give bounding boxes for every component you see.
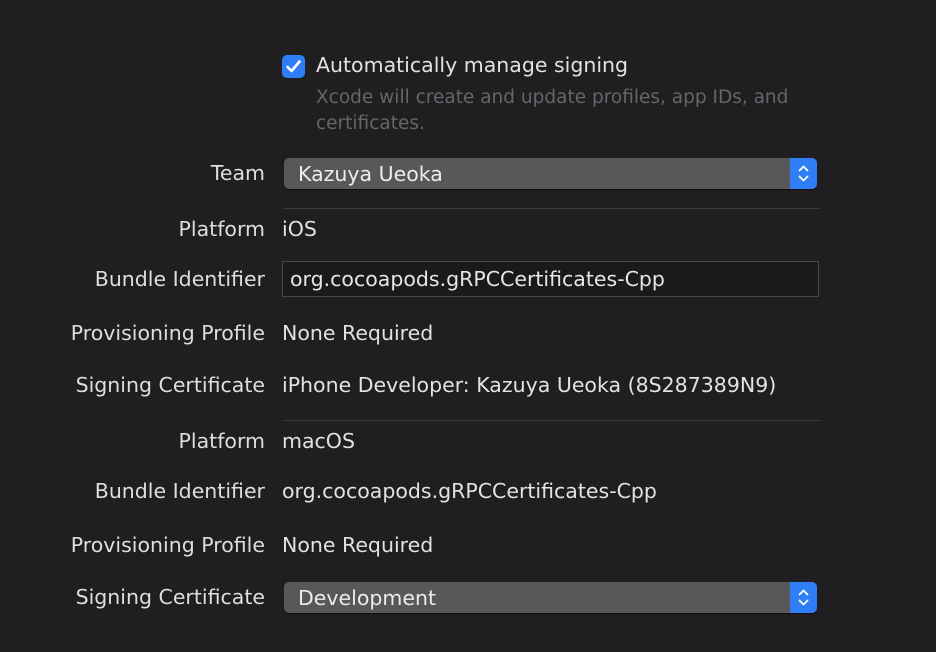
macos-platform-label: Platform: [178, 429, 265, 453]
updown-chevron-icon: [790, 582, 817, 613]
ios-certificate-label: Signing Certificate: [75, 373, 265, 397]
ios-platform-label: Platform: [178, 217, 265, 241]
macos-certificate-popup[interactable]: Development: [284, 582, 817, 613]
auto-signing-label[interactable]: Automatically manage signing: [316, 53, 628, 77]
ios-section-divider: [283, 208, 820, 209]
ios-platform-value: iOS: [282, 217, 317, 241]
team-label: Team: [210, 161, 265, 185]
macos-platform-value: macOS: [282, 429, 355, 453]
macos-certificate-popup-value: Development: [298, 586, 437, 610]
ios-bundle-identifier-value: org.cocoapods.gRPCCertificates-Cpp: [290, 267, 665, 291]
ios-certificate-value: iPhone Developer: Kazuya Ueoka (8S287389…: [282, 373, 777, 397]
auto-signing-checkbox[interactable]: [282, 55, 305, 78]
team-popup-value: Kazuya Ueoka: [298, 162, 443, 186]
team-popup[interactable]: Kazuya Ueoka: [284, 158, 817, 189]
ios-profile-value: None Required: [282, 321, 434, 345]
ios-profile-label: Provisioning Profile: [70, 321, 265, 345]
macos-section-divider: [283, 420, 820, 421]
macos-profile-label: Provisioning Profile: [70, 533, 265, 557]
macos-certificate-label: Signing Certificate: [75, 585, 265, 609]
macos-bundle-value: org.cocoapods.gRPCCertificates-Cpp: [282, 479, 657, 503]
checkmark-icon: [286, 60, 301, 73]
ios-bundle-identifier-field[interactable]: org.cocoapods.gRPCCertificates-Cpp: [282, 261, 819, 297]
macos-profile-value: None Required: [282, 533, 434, 557]
macos-bundle-label: Bundle Identifier: [94, 479, 265, 503]
updown-chevron-icon: [790, 158, 817, 189]
ios-bundle-label: Bundle Identifier: [94, 267, 265, 291]
auto-signing-description: Xcode will create and update profiles, a…: [316, 87, 789, 134]
